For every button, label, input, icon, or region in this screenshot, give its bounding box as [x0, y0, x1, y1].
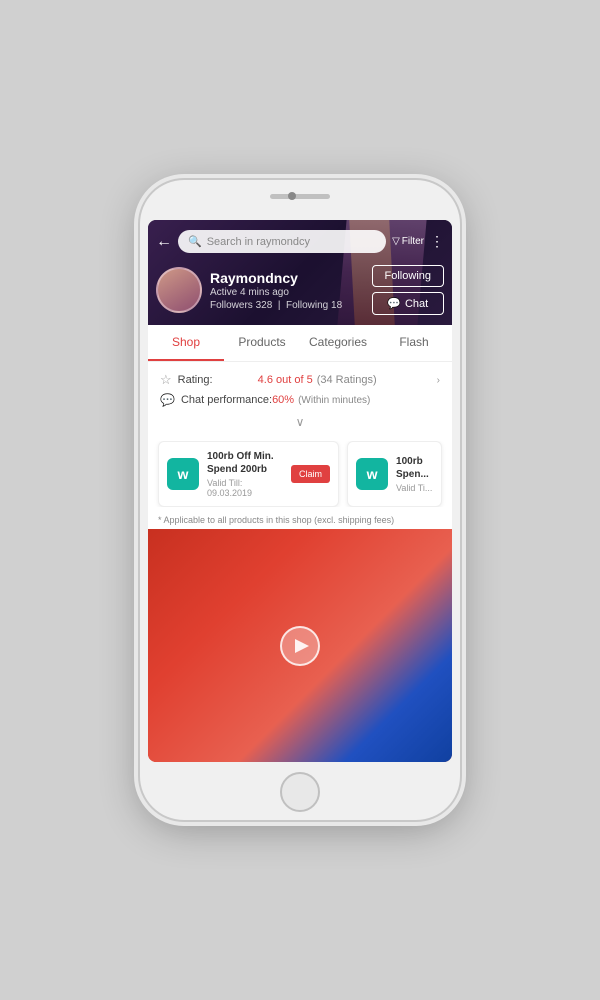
home-button[interactable] [280, 772, 320, 812]
following-label: Following [286, 300, 328, 311]
vouchers-scroll: w 100rb Off Min. Spend 200rb Valid Till:… [148, 441, 452, 507]
header-banner: ← 🔍 Search in raymondcy ▽ Filter ⋮ Raymo… [148, 220, 452, 325]
rating-count: (34 Ratings) [317, 374, 377, 386]
chat-label: Chat [405, 298, 428, 310]
voucher-title-2: 100rb Spen... [396, 455, 433, 481]
following-count: 18 [331, 300, 342, 311]
disclaimer-text: * Applicable to all products in this sho… [148, 511, 452, 529]
profile-row: Raymondncy Active 4 mins ago Followers 3… [148, 259, 452, 325]
search-box[interactable]: 🔍 Search in raymondcy [178, 230, 386, 253]
avatar [156, 267, 202, 313]
phone-speaker [270, 194, 330, 199]
voucher-info-2: 100rb Spen... Valid Ti... [396, 455, 433, 493]
filter-icon: ▽ [392, 236, 400, 247]
more-button[interactable]: ⋮ [430, 233, 444, 250]
video-section[interactable] [148, 529, 452, 762]
voucher-logo-2: w [356, 458, 388, 490]
filter-button[interactable]: ▽ Filter [392, 236, 424, 247]
search-bar-row: ← 🔍 Search in raymondcy ▽ Filter ⋮ [148, 220, 452, 259]
vouchers-section: w 100rb Off Min. Spend 200rb Valid Till:… [148, 433, 452, 511]
rating-section: ☆ Rating: 4.6 out of 5 (34 Ratings) › 💬 … [148, 362, 452, 411]
screen: ← 🔍 Search in raymondcy ▽ Filter ⋮ Raymo… [148, 220, 452, 762]
back-button[interactable]: ← [156, 233, 172, 251]
voucher-logo-1: w [167, 458, 199, 490]
chat-performance-icon: 💬 [160, 393, 175, 407]
chat-performance-label: Chat performance: [181, 394, 272, 406]
avatar-image [158, 269, 200, 311]
voucher-validity-2: Valid Ti... [396, 483, 433, 493]
claim-button-1[interactable]: Claim [291, 465, 330, 483]
star-icon: ☆ [160, 372, 172, 388]
play-icon [295, 639, 309, 653]
search-icon: 🔍 [188, 235, 202, 248]
tab-flash[interactable]: Flash [376, 325, 452, 361]
profile-name: Raymondncy [210, 270, 364, 286]
rating-arrow-icon[interactable]: › [437, 375, 440, 386]
phone-frame: ← 🔍 Search in raymondcy ▽ Filter ⋮ Raymo… [140, 180, 460, 820]
voucher-card-1: w 100rb Off Min. Spend 200rb Valid Till:… [158, 441, 339, 507]
expand-row[interactable]: ∨ [148, 411, 452, 433]
following-button[interactable]: Following [372, 265, 444, 287]
tab-categories[interactable]: Categories [300, 325, 376, 361]
rating-label: Rating: [178, 374, 258, 386]
rating-row: ☆ Rating: 4.6 out of 5 (34 Ratings) › [160, 372, 440, 388]
profile-info: Raymondncy Active 4 mins ago Followers 3… [210, 270, 364, 311]
voucher-validity-1: Valid Till: 09.03.2019 [207, 478, 283, 498]
tab-products[interactable]: Products [224, 325, 300, 361]
followers-label: Followers [210, 300, 253, 311]
chat-button[interactable]: 💬 Chat [372, 292, 444, 315]
play-button[interactable] [280, 626, 320, 666]
profile-status: Active 4 mins ago [210, 287, 364, 298]
chat-icon: 💬 [387, 297, 401, 310]
voucher-card-2: w 100rb Spen... Valid Ti... [347, 441, 442, 507]
rating-value: 4.6 out of 5 [258, 374, 313, 386]
profile-actions: Following 💬 Chat [372, 265, 444, 315]
profile-followers: Followers 328 | Following 18 [210, 300, 364, 311]
chat-performance-value: 60% [272, 394, 294, 406]
voucher-info-1: 100rb Off Min. Spend 200rb Valid Till: 0… [207, 450, 283, 498]
tab-shop[interactable]: Shop [148, 325, 224, 361]
filter-label: Filter [402, 236, 424, 247]
chat-performance-row: 💬 Chat performance: 60% (Within minutes) [160, 393, 440, 407]
followers-count: 328 [256, 300, 273, 311]
search-placeholder-text: Search in raymondcy [207, 236, 310, 248]
phone-camera [288, 192, 296, 200]
chat-performance-note: (Within minutes) [298, 395, 370, 406]
expand-icon: ∨ [296, 415, 305, 429]
tabs-row: Shop Products Categories Flash [148, 325, 452, 362]
voucher-title-1: 100rb Off Min. Spend 200rb [207, 450, 283, 476]
